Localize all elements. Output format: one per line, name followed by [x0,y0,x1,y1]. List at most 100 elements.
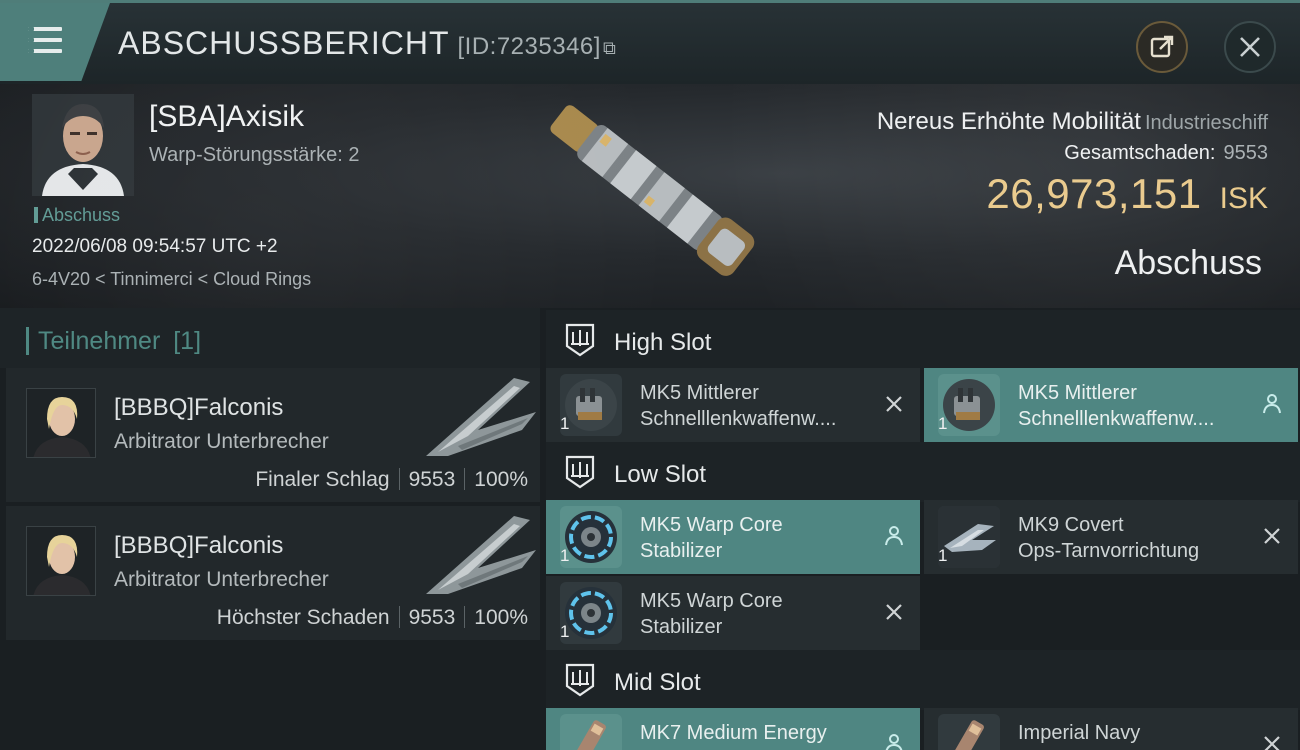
title-bar: ABSCHUSSBERICHT [ID:7235346] ⧉ [0,0,1300,84]
destroyed-icon [1264,528,1280,544]
module-item[interactable]: 1 MK9 Covert Ops-Tarnvorrichtung [924,500,1298,574]
low-slot-icon [565,455,595,489]
module-qty: 1 [560,622,570,641]
module-qty: 1 [938,414,948,433]
participant-damage: 9553 [408,606,456,629]
module-name-line1: MK5 Warp Core [640,590,783,612]
low-slot-header: Low Slot [546,442,1300,502]
isk-value: 26,973,151 ISK [986,170,1268,218]
high-slot-label: High Slot [614,329,712,356]
total-damage: Gesamtschaden: 9553 [1064,142,1268,165]
participant-name[interactable]: [BBBQ]Falconis [114,394,283,422]
page-title: ABSCHUSSBERICHT [ID:7235346] ⧉ [118,25,617,62]
copy-icon[interactable]: ⧉ [603,38,617,58]
participants-header: Teilnehmer [1] [0,308,540,368]
isk-unit: ISK [1219,182,1268,215]
page-title-text: ABSCHUSSBERICHT [118,25,450,61]
module-name-line1: Imperial Navy [1018,722,1141,744]
participants-count: [1] [173,327,202,355]
mid-slot-icon [565,663,595,697]
module-name-line1: MK5 Warp Core [640,514,783,536]
module-name: MK5 Warp Core Stabilizer [640,512,880,564]
module-name: Imperial Navy [1018,720,1258,746]
participant-role: Finaler Schlag [255,468,390,491]
participant-portrait [26,388,96,458]
report-id: [ID:7235346] [457,33,601,60]
participant-portrait [26,526,96,596]
destroyed-icon [886,396,902,412]
person-icon [885,526,903,546]
participant-percent: 100% [474,606,528,629]
module-item[interactable]: 1 MK5 Warp Core Stabilizer [546,576,920,650]
module-name: MK7 Medium Energy [640,720,880,746]
kill-result: Abschuss [1114,244,1262,282]
participant-ship: Arbitrator Unterbrecher [114,568,329,591]
low-slot-label: Low Slot [614,461,707,488]
victim-ship-image [550,105,755,276]
fitting-panel: High Slot 1 MK5 Mittlerer Schnelllenkwaf… [540,308,1300,750]
victim-header: [SBA]Axisik Warp-Störungsstärke: 2 Absch… [0,84,1300,308]
damage-value: 9553 [1223,142,1269,164]
participant-damage: 9553 [408,468,456,491]
module-name-line2: Ops-Tarnvorrichtung [1018,540,1200,562]
module-name-line2: Schnelllenkwaffenw.... [640,408,837,430]
participant-row[interactable]: [BBBQ]Falconis Arbitrator Unterbrecher F… [6,368,540,504]
module-qty: 1 [560,546,570,565]
participants-panel: Teilnehmer [1] [BBBQ]Falconis Arbitrator… [0,308,540,750]
energy-module-icon [938,714,1000,750]
high-slot-header: High Slot [546,310,1300,370]
module-item[interactable]: 1 MK5 Warp Core Stabilizer [546,500,920,574]
module-name: MK5 Mittlerer Schnelllenkwaffenw.... [1018,380,1258,432]
ship-class: Industrieschiff [1144,112,1268,134]
module-name-line1: MK9 Covert [1018,514,1124,536]
kill-location[interactable]: 6-4V20 < Tinnimerci < Cloud Rings [32,269,311,290]
module-item[interactable]: 1 Imperial Navy [924,708,1298,750]
person-icon [885,734,903,750]
close-button[interactable] [1224,21,1276,73]
module-item[interactable]: 1 MK5 Mittlerer Schnelllenkwaffenw.... [546,368,920,442]
victim-ship[interactable]: Nereus Erhöhte Mobilität Industrieschiff [877,108,1268,136]
participant-percent: 100% [474,468,528,491]
module-name: MK5 Warp Core Stabilizer [640,588,880,640]
participant-ship-image [426,378,536,456]
mid-slot-label: Mid Slot [614,669,701,696]
module-item[interactable]: 1 MK7 Medium Energy [546,708,920,750]
close-icon [1240,37,1260,57]
module-name-line2: Stabilizer [640,616,723,638]
module-name-line1: MK7 Medium Energy [640,722,827,744]
participants-title-text: Teilnehmer [38,327,161,355]
victim-name[interactable]: [SBA]Axisik [149,100,304,134]
energy-module-icon [560,714,622,750]
module-name: MK9 Covert Ops-Tarnvorrichtung [1018,512,1258,564]
participant-ship-image [426,516,536,594]
participants-title: Teilnehmer [1] [25,327,202,356]
participant-ship: Arbitrator Unterbrecher [114,430,329,453]
kill-tag: Abschuss [34,205,120,226]
external-link-icon [1150,35,1174,58]
participant-stats: Finaler Schlag 9553 100% [255,468,528,492]
menu-button[interactable] [0,3,110,81]
module-name-line2: Stabilizer [640,540,723,562]
participant-stats: Höchster Schaden 9553 100% [217,606,528,630]
victim-portrait [32,94,134,196]
participant-name[interactable]: [BBBQ]Falconis [114,532,283,560]
module-qty: 1 [938,546,948,565]
isk-amount: 26,973,151 [986,170,1202,217]
ship-name: Nereus Erhöhte Mobilität [876,108,1141,135]
module-name-line2: Schnelllenkwaffenw.... [1018,408,1215,430]
share-button[interactable] [1136,21,1188,73]
hamburger-menu-icon [28,27,62,55]
person-icon [1263,394,1281,414]
destroyed-icon [1264,736,1280,750]
destroyed-icon [886,604,902,620]
module-name-line1: MK5 Mittlerer [640,382,759,404]
mid-slot-header: Mid Slot [546,650,1300,710]
damage-label: Gesamtschaden: [1064,142,1216,164]
module-qty: 1 [560,414,570,433]
high-slot-icon [565,323,595,357]
module-name-line1: MK5 Mittlerer [1018,382,1137,404]
kill-datetime: 2022/06/08 09:54:57 UTC +2 [32,236,278,257]
participant-row[interactable]: [BBBQ]Falconis Arbitrator Unterbrecher H… [6,506,540,642]
participant-role: Höchster Schaden [216,606,390,629]
module-item[interactable]: 1 MK5 Mittlerer Schnelllenkwaffenw.... [924,368,1298,442]
